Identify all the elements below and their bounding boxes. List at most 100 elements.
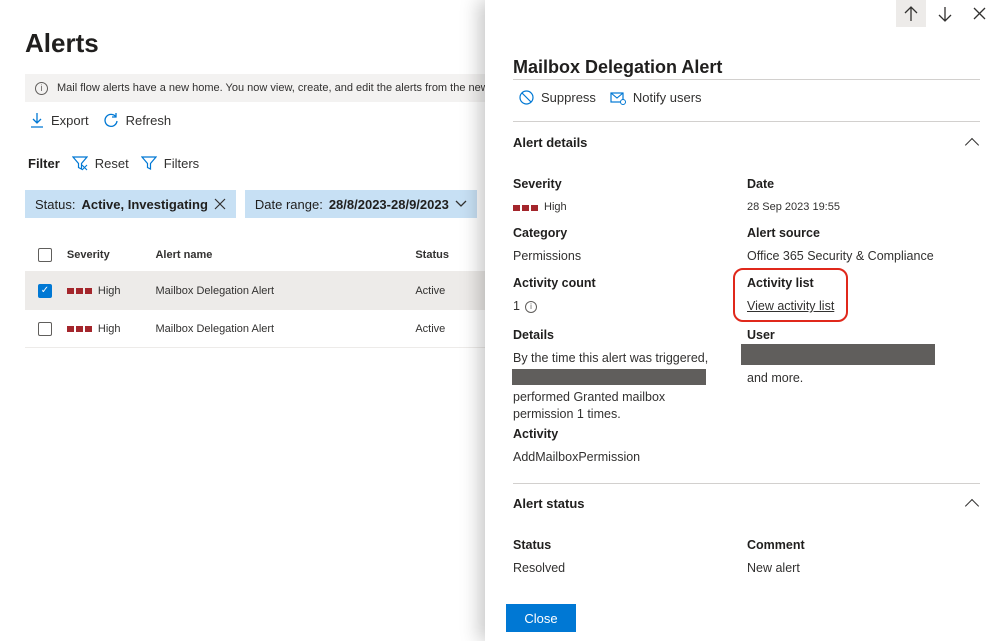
previous-item-button[interactable] xyxy=(896,0,926,27)
divider xyxy=(513,79,980,80)
section-title: Alert details xyxy=(513,135,588,150)
filter-pills: Status: Active, Investigating Date range… xyxy=(25,190,500,218)
row-checkbox[interactable] xyxy=(38,321,52,336)
row-alert-name: Mailbox Delegation Alert xyxy=(155,284,275,297)
field-label: Activity count xyxy=(513,276,596,290)
chevron-down-icon xyxy=(455,200,467,208)
filter-bar: Filter Reset Filters xyxy=(28,156,199,171)
reset-filter-button[interactable]: Reset xyxy=(71,156,129,171)
filters-label: Filters xyxy=(163,156,200,171)
field-label: Date xyxy=(747,177,775,191)
panel-actions: Suppress Notify users xyxy=(519,90,702,105)
refresh-icon xyxy=(103,112,119,128)
field-label: Alert source xyxy=(747,226,820,240)
banner-text: Mail flow alerts have a new home. You no… xyxy=(57,82,495,94)
close-icon xyxy=(973,7,986,20)
row-alert-name: Mailbox Delegation Alert xyxy=(155,322,275,335)
severity-high-icon xyxy=(66,287,92,294)
page-title: Alerts xyxy=(25,28,99,58)
status-filter-pill[interactable]: Status: Active, Investigating xyxy=(25,190,236,218)
severity-high-icon xyxy=(66,325,92,332)
chevron-up-icon xyxy=(964,498,980,514)
close-button[interactable]: Close xyxy=(506,604,576,632)
field-label: User xyxy=(747,328,775,342)
export-button[interactable]: Export xyxy=(30,112,89,128)
next-item-button[interactable] xyxy=(930,0,960,27)
arrow-down-icon xyxy=(938,6,952,22)
divider xyxy=(513,121,980,122)
suppress-icon xyxy=(519,90,534,105)
chevron-up-icon xyxy=(964,137,980,153)
filter-icon xyxy=(71,156,88,171)
pill-value: Active, Investigating xyxy=(81,196,208,212)
filter-label: Filter xyxy=(28,156,60,171)
field-label: Category xyxy=(513,226,568,240)
field-value: Resolved xyxy=(513,561,566,575)
activity-list-highlight xyxy=(733,268,848,322)
details-line: permission 1 times. xyxy=(513,407,621,421)
field-label: Status xyxy=(513,538,552,552)
row-checkbox[interactable]: ✓ xyxy=(38,283,52,298)
details-line: By the time this alert was triggered, xyxy=(513,351,709,365)
divider xyxy=(513,483,980,484)
severity-high-icon xyxy=(513,204,538,211)
redacted-block xyxy=(741,344,935,365)
info-banner: i Mail flow alerts have a new home. You … xyxy=(25,74,495,102)
field-value: 1 xyxy=(513,299,520,313)
user-field: User and more. xyxy=(741,328,935,387)
pill-key: Date range: xyxy=(254,196,323,212)
alert-source-field: Alert source Office 365 Security & Compl… xyxy=(747,226,934,265)
pill-value: 28/8/2023-28/9/2023 xyxy=(328,196,449,212)
row-severity: High xyxy=(97,322,121,335)
field-value: New alert xyxy=(747,561,800,575)
status-header[interactable]: Status xyxy=(415,249,495,261)
suppress-button[interactable]: Suppress xyxy=(519,90,596,105)
field-label: Details xyxy=(513,328,554,342)
field-label: Severity xyxy=(513,177,562,191)
row-status: Active xyxy=(415,284,446,297)
field-value: High xyxy=(544,201,567,213)
alert-details-section-toggle[interactable]: Alert details xyxy=(513,135,980,153)
info-icon[interactable]: i xyxy=(524,300,537,313)
arrow-up-icon xyxy=(904,5,918,22)
field-value: Office 365 Security & Compliance xyxy=(747,249,934,263)
notify-icon xyxy=(610,91,626,105)
export-label: Export xyxy=(51,112,89,128)
alert-name-header[interactable]: Alert name xyxy=(155,249,415,261)
refresh-label: Refresh xyxy=(125,112,172,128)
activity-count-field: Activity count 1 i xyxy=(513,276,596,315)
panel-navigation xyxy=(896,0,994,27)
field-label: Activity xyxy=(513,427,559,441)
alerts-table: Severity Alert name Status ✓ High Mailbo… xyxy=(25,238,495,348)
reset-label: Reset xyxy=(94,156,129,171)
filters-button[interactable]: Filters xyxy=(140,156,200,171)
row-status: Active xyxy=(415,322,446,335)
date-field: Date 28 Sep 2023 19:55 xyxy=(747,177,840,216)
notify-users-button[interactable]: Notify users xyxy=(610,90,702,105)
select-all-checkbox[interactable] xyxy=(38,247,52,262)
download-icon xyxy=(30,112,44,128)
severity-header[interactable]: Severity xyxy=(67,249,156,261)
activity-field: Activity AddMailboxPermission xyxy=(513,427,640,466)
alert-status-section-toggle[interactable]: Alert status xyxy=(513,496,980,514)
field-value: AddMailboxPermission xyxy=(513,450,641,464)
date-range-filter-pill[interactable]: Date range: 28/8/2023-28/9/2023 xyxy=(244,190,477,218)
field-value: 28 Sep 2023 19:55 xyxy=(747,201,840,213)
filter-icon xyxy=(140,156,157,171)
field-value: and more. xyxy=(747,371,804,385)
table-header: Severity Alert name Status xyxy=(25,238,495,272)
refresh-button[interactable]: Refresh xyxy=(103,112,172,128)
close-panel-button[interactable] xyxy=(964,0,994,27)
category-field: Category Permissions xyxy=(513,226,581,265)
section-title: Alert status xyxy=(513,496,585,511)
table-row[interactable]: ✓ High Mailbox Delegation Alert Active xyxy=(25,272,495,310)
notify-users-label: Notify users xyxy=(632,90,702,105)
info-icon: i xyxy=(35,81,48,95)
command-bar: Export Refresh xyxy=(30,112,171,128)
close-icon[interactable] xyxy=(214,198,226,210)
field-label: Comment xyxy=(747,538,805,552)
table-row[interactable]: High Mailbox Delegation Alert Active xyxy=(25,310,495,348)
details-line: performed Granted mailbox xyxy=(513,390,666,404)
pill-key: Status: xyxy=(35,196,76,212)
details-field: Details By the time this alert was trigg… xyxy=(512,328,713,423)
